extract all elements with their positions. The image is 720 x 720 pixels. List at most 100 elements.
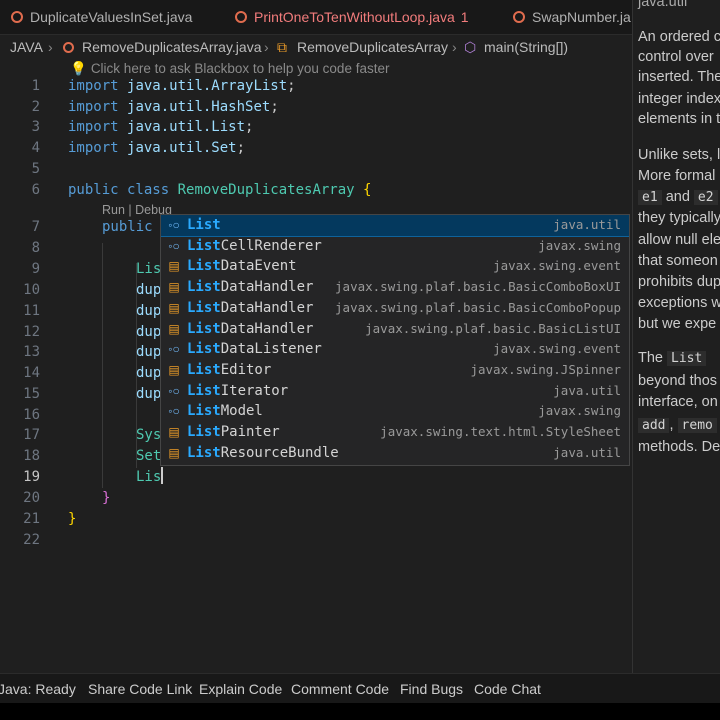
- line-number: 3: [31, 119, 40, 135]
- docs-header: java.util: [638, 0, 688, 10]
- suggestion-item[interactable]: ◦○ ListDataListener javax.swing.event: [161, 339, 629, 360]
- suggestion-package: javax.swing.JSpinner: [470, 361, 621, 377]
- share-code-link-button[interactable]: Share Code Link: [88, 674, 192, 704]
- code-line[interactable]: }: [68, 509, 76, 530]
- code-line[interactable]: Set: [136, 446, 161, 467]
- breadcrumb-class[interactable]: RemoveDuplicatesArray: [297, 36, 448, 58]
- code-line-current[interactable]: Lis: [136, 467, 163, 488]
- code-line[interactable]: dup: [136, 342, 161, 363]
- tab-duplicatevaluesinset[interactable]: DuplicateValuesInSet.java: [10, 0, 192, 34]
- line-number: 18: [23, 448, 40, 464]
- breadcrumb-file[interactable]: RemoveDuplicatesArray.java: [82, 36, 261, 58]
- class-icon: ▤: [168, 445, 180, 460]
- code-line[interactable]: Sys: [136, 425, 161, 446]
- code-line[interactable]: }: [102, 488, 110, 509]
- suggestion-item[interactable]: ▤ ListResourceBundle java.util: [161, 443, 629, 464]
- tab-printonetotenwithoutloop[interactable]: PrintOneToTenWithoutLoop.java 1: [234, 0, 469, 34]
- line-number: 7: [31, 219, 40, 235]
- interface-icon: ◦○: [168, 404, 180, 419]
- code-line[interactable]: import java.util.ArrayList;: [68, 76, 296, 97]
- code-line[interactable]: dup: [136, 322, 161, 343]
- suggestion-label: ListPainter: [187, 424, 280, 440]
- docs-code-line: add, remo: [638, 415, 717, 435]
- chevron-right-icon: ›: [264, 39, 269, 55]
- code-line[interactable]: dup: [136, 301, 161, 322]
- autocomplete-widget[interactable]: ◦○ List java.util ◦○ ListCellRenderer javax.s…: [160, 214, 630, 466]
- suggestion-package: java.util: [553, 217, 621, 232]
- code-line[interactable]: dup: [136, 280, 161, 301]
- class-icon: ⧉: [277, 39, 287, 55]
- interface-icon: ◦○: [168, 383, 180, 398]
- java-status[interactable]: Java: Ready: [0, 674, 76, 704]
- line-number-current: 19: [23, 469, 40, 485]
- suggestion-item[interactable]: ◦○ List java.util: [161, 215, 629, 237]
- suggestion-label: ListModel: [187, 403, 263, 420]
- suggestion-package: javax.swing.event: [493, 341, 621, 357]
- find-bugs-button[interactable]: Find Bugs: [400, 674, 463, 704]
- line-number: 17: [23, 427, 40, 443]
- docs-code-line: The List: [638, 348, 707, 368]
- suggestion-item[interactable]: ▤ ListDataHandler javax.swing.plaf.basic.B…: [161, 298, 629, 319]
- suggestion-package: java.util: [553, 382, 621, 398]
- suggestion-package: javax.swing.text.html.StyleSheet: [380, 424, 621, 439]
- breadcrumb-root[interactable]: JAVA: [10, 36, 43, 58]
- line-number: 21: [23, 511, 40, 527]
- line-number: 4: [31, 140, 40, 156]
- code-line[interactable]: Lis: [136, 259, 161, 280]
- line-number: 14: [23, 365, 40, 381]
- java-file-icon: [234, 2, 248, 23]
- line-number: 16: [23, 407, 40, 423]
- class-icon: ▤: [168, 259, 180, 274]
- suggestion-item[interactable]: ▤ ListDataHandler javax.swing.plaf.basic.B…: [161, 319, 629, 340]
- suggestion-label: ListIterator: [187, 382, 289, 399]
- suggestion-item[interactable]: ▤ ListPainter javax.swing.text.html.StyleS…: [161, 422, 629, 443]
- interface-icon: ◦○: [168, 218, 180, 232]
- docs-text: but we expe: [638, 316, 717, 332]
- code-line[interactable]: public: [102, 217, 153, 238]
- suggestion-package: javax.swing.plaf.basic.BasicComboPopup: [335, 299, 621, 315]
- docs-text: beyond thos: [638, 373, 718, 389]
- suggestion-label: ListDataHandler: [187, 299, 314, 316]
- code-line[interactable]: public class RemoveDuplicatesArray {: [68, 180, 371, 201]
- code-line[interactable]: import java.util.List;: [68, 117, 253, 138]
- suggestion-package: javax.swing.plaf.basic.BasicListUI: [365, 320, 621, 336]
- suggestion-item[interactable]: ◦○ ListModel javax.swing: [161, 401, 629, 422]
- suggestion-item[interactable]: ▤ ListDataEvent javax.swing.event: [161, 256, 629, 277]
- docs-text: interface, on: [638, 394, 718, 410]
- docs-text: prohibits dup: [638, 274, 720, 290]
- indent-guide: [102, 243, 103, 488]
- suggestion-item[interactable]: ▤ ListEditor javax.swing.JSpinner: [161, 360, 629, 381]
- editor-tab-bar: DuplicateValuesInSet.java PrintOneToTenW…: [0, 0, 632, 35]
- docs-code-line: e1 and e2: [638, 187, 718, 207]
- suggestion-package: javax.swing.plaf.basic.BasicComboBoxUI: [335, 279, 621, 295]
- suggestion-label: ListDataHandler: [187, 279, 314, 296]
- suggestion-package: javax.swing: [538, 237, 621, 253]
- suggestion-item[interactable]: ◦○ ListCellRenderer javax.swing: [161, 236, 629, 257]
- explain-code-button[interactable]: Explain Code: [199, 674, 282, 704]
- line-number: 11: [23, 303, 40, 319]
- line-number: 12: [23, 324, 40, 340]
- line-number: 2: [31, 99, 40, 115]
- line-number: 15: [23, 386, 40, 402]
- breadcrumb-method[interactable]: main(String[]): [484, 36, 568, 58]
- class-icon: ▤: [168, 321, 180, 336]
- docs-text: they typically: [638, 210, 720, 226]
- line-number: 5: [31, 161, 40, 177]
- docs-text: methods. De: [638, 439, 720, 455]
- tab-label: SwapNumber.ja: [532, 9, 631, 25]
- suggestion-label: ListEditor: [187, 361, 272, 378]
- comment-code-button[interactable]: Comment Code: [291, 674, 389, 704]
- suggestion-label: ListDataHandler: [187, 320, 314, 337]
- code-line[interactable]: dup: [136, 363, 161, 384]
- line-number: 8: [31, 240, 40, 256]
- tab-swapnumber[interactable]: SwapNumber.ja: [512, 0, 631, 34]
- code-line[interactable]: dup: [136, 384, 161, 405]
- docs-text: Unlike sets, l: [638, 147, 720, 163]
- code-line[interactable]: import java.util.Set;: [68, 138, 245, 159]
- docs-text: inserted. The: [638, 69, 720, 85]
- suggestion-label: ListCellRenderer: [187, 237, 322, 254]
- suggestion-item[interactable]: ▤ ListDataHandler javax.swing.plaf.basic.B…: [161, 277, 629, 298]
- code-chat-button[interactable]: Code Chat: [474, 674, 541, 704]
- suggestion-item[interactable]: ◦○ ListIterator java.util: [161, 381, 629, 402]
- code-line[interactable]: import java.util.HashSet;: [68, 97, 279, 118]
